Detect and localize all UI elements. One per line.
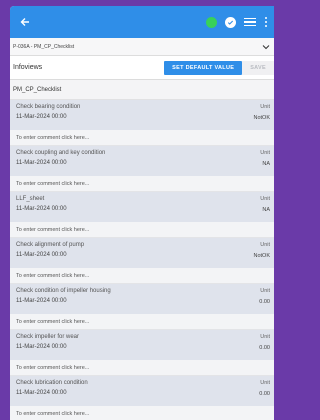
item-date: 11-Mar-2024 00:00 — [16, 298, 67, 304]
item-value: NA — [262, 161, 270, 167]
infoviews-title: Infoviews — [13, 64, 43, 71]
list-item[interactable]: Check alignment of pump 11-Mar-2024 00:0… — [10, 238, 274, 284]
sync-status-icon — [206, 16, 217, 28]
item-header[interactable]: Check coupling and key condition 11-Mar-… — [10, 146, 274, 176]
item-unit: Unit — [260, 150, 270, 156]
item-value: NotOK — [253, 253, 270, 259]
save-button[interactable]: SAVE — [242, 60, 274, 75]
list-item[interactable]: Check coupling and key condition 11-Mar-… — [10, 146, 274, 192]
list-item[interactable]: Check condition of impeller housing 11-M… — [10, 284, 274, 330]
item-header[interactable]: Check lubrication condition 11-Mar-2024 … — [10, 376, 274, 406]
item-value: 0.00 — [259, 345, 270, 351]
comment-field[interactable]: To enter comment click here... — [10, 176, 274, 192]
item-date: 11-Mar-2024 00:00 — [16, 114, 67, 120]
list-item[interactable]: Check bearing condition 11-Mar-2024 00:0… — [10, 100, 274, 146]
checklist: Check bearing condition 11-Mar-2024 00:0… — [10, 100, 274, 420]
item-date: 11-Mar-2024 00:00 — [16, 252, 67, 258]
infoviews-bar: Infoviews SET DEFAULT VALUE SAVE — [10, 56, 274, 80]
check-circle-icon[interactable] — [225, 16, 236, 28]
item-name: Check coupling and key condition — [16, 150, 106, 156]
comment-field[interactable]: To enter comment click here... — [10, 360, 274, 376]
item-unit: Unit — [260, 380, 270, 386]
item-header[interactable]: Check alignment of pump 11-Mar-2024 00:0… — [10, 238, 274, 268]
item-name: Check lubrication condition — [16, 380, 88, 386]
item-unit: Unit — [260, 104, 270, 110]
item-unit: Unit — [260, 334, 270, 340]
item-value: 0.00 — [259, 299, 270, 305]
item-value: NA — [262, 207, 270, 213]
item-date: 11-Mar-2024 00:00 — [16, 390, 67, 396]
item-header[interactable]: LLF_sheet 11-Mar-2024 00:00 Unit NA — [10, 192, 274, 222]
item-date: 11-Mar-2024 00:00 — [16, 344, 67, 350]
item-name: Check impeller for wear — [16, 334, 80, 340]
item-name: Check bearing condition — [16, 104, 81, 110]
list-item[interactable]: Check lubrication condition 11-Mar-2024 … — [10, 376, 274, 420]
comment-field[interactable]: To enter comment click here... — [10, 222, 274, 238]
app-screen: P-036A - PM_CP_Checklist Infoviews SET D… — [10, 6, 274, 420]
item-value: 0.00 — [259, 391, 270, 397]
item-header[interactable]: Check condition of impeller housing 11-M… — [10, 284, 274, 314]
item-value: NotOK — [253, 115, 270, 121]
item-date: 11-Mar-2024 00:00 — [16, 160, 67, 166]
item-name: Check alignment of pump — [16, 242, 85, 248]
item-name: Check condition of impeller housing — [16, 288, 111, 294]
chevron-down-icon[interactable] — [262, 43, 270, 51]
item-name: LLF_sheet — [16, 196, 45, 202]
list-item[interactable]: Check impeller for wear 11-Mar-2024 00:0… — [10, 330, 274, 376]
more-vertical-icon[interactable] — [264, 17, 268, 27]
asset-subheader: P-036A - PM_CP_Checklist — [10, 38, 274, 56]
set-default-value-button[interactable]: SET DEFAULT VALUE — [164, 60, 243, 75]
asset-title: P-036A - PM_CP_Checklist — [13, 43, 75, 50]
item-header[interactable]: Check impeller for wear 11-Mar-2024 00:0… — [10, 330, 274, 360]
item-unit: Unit — [260, 242, 270, 248]
comment-field[interactable]: To enter comment click here... — [10, 130, 274, 146]
comment-field[interactable]: To enter comment click here... — [10, 314, 274, 330]
comment-field[interactable]: To enter comment click here... — [10, 268, 274, 284]
app-bar — [10, 6, 274, 38]
menu-icon[interactable] — [244, 17, 256, 27]
item-header[interactable]: Check bearing condition 11-Mar-2024 00:0… — [10, 100, 274, 130]
arrow-left-icon[interactable] — [18, 15, 32, 29]
comment-field[interactable]: To enter comment click here... — [10, 406, 274, 420]
checklist-title: PM_CP_Checklist — [10, 80, 274, 100]
item-unit: Unit — [260, 288, 270, 294]
list-item[interactable]: LLF_sheet 11-Mar-2024 00:00 Unit NA To e… — [10, 192, 274, 238]
item-unit: Unit — [260, 196, 270, 202]
item-date: 11-Mar-2024 00:00 — [16, 206, 67, 212]
